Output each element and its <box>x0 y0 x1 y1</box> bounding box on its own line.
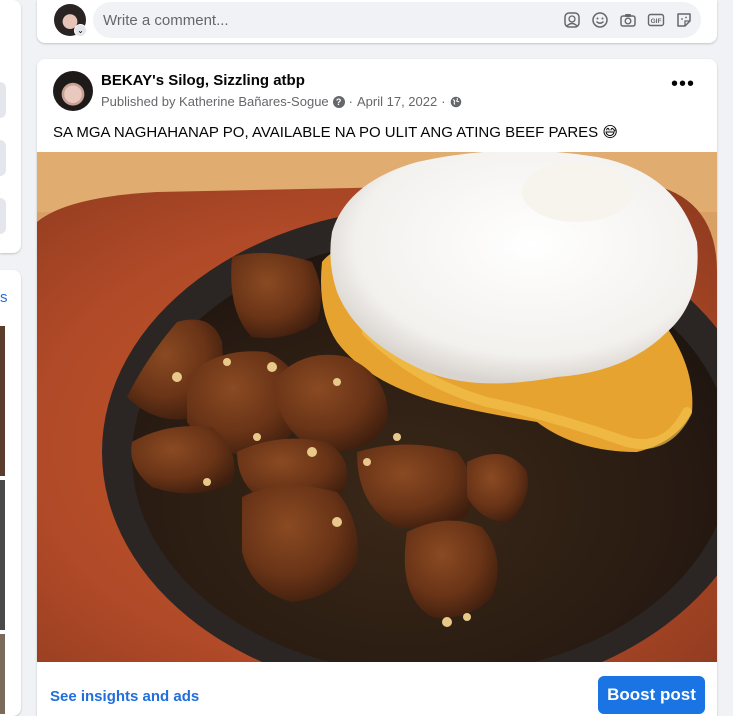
post-date[interactable]: April 17, 2022 <box>357 94 437 109</box>
comment-tools: GIF <box>563 11 693 29</box>
left-sidebar: s <box>0 0 21 716</box>
left-sidebar-button[interactable] <box>0 198 6 234</box>
camera-icon[interactable] <box>619 11 637 29</box>
left-sidebar-thumbnail[interactable] <box>0 480 5 630</box>
gif-icon[interactable]: GIF <box>647 11 665 29</box>
post-meta: Published by Katherine Bañares-Sogue ? ·… <box>101 94 462 109</box>
help-icon[interactable]: ? <box>332 95 345 108</box>
sticker-icon[interactable] <box>675 11 693 29</box>
svg-text:GIF: GIF <box>651 18 662 25</box>
left-sidebar-card <box>0 0 21 253</box>
left-sidebar-card: s <box>0 270 21 716</box>
comment-placeholder: Write a comment... <box>103 12 229 29</box>
published-by[interactable]: Published by Katherine Bañares-Sogue <box>101 94 329 109</box>
page-name[interactable]: BEKAY's Silog, Sizzling atbp <box>101 72 305 89</box>
chevron-down-icon[interactable]: ⌄ <box>74 24 87 37</box>
post-text: SA MGA NAGHAHANAP PO, AVAILABLE NA PO UL… <box>53 123 618 141</box>
see-insights-link[interactable]: See insights and ads <box>50 688 199 705</box>
globe-icon[interactable] <box>450 96 462 108</box>
post-text-body: SA MGA NAGHAHANAP PO, AVAILABLE NA PO UL… <box>53 124 599 141</box>
left-sidebar-thumbnail[interactable] <box>0 634 5 714</box>
more-options-button[interactable]: ••• <box>665 74 701 99</box>
comment-input[interactable]: Write a comment... GIF <box>93 2 701 38</box>
post-footer: See insights and ads Boost post <box>37 662 717 716</box>
page-avatar[interactable] <box>53 71 93 111</box>
left-sidebar-thumbnail[interactable] <box>0 326 5 476</box>
post-photo[interactable] <box>37 152 717 662</box>
meta-separator: · <box>441 94 446 109</box>
emoji-icon: 😅 <box>602 124 618 141</box>
left-sidebar-button[interactable] <box>0 82 6 118</box>
left-sidebar-button[interactable] <box>0 140 6 176</box>
avatar-sticker-icon[interactable] <box>563 11 581 29</box>
emoji-icon[interactable] <box>591 11 609 29</box>
post-card: BEKAY's Silog, Sizzling atbp Published b… <box>37 59 717 716</box>
boost-post-button[interactable]: Boost post <box>598 676 705 714</box>
comment-composer-card: ⌄ Write a comment... GIF <box>37 0 717 43</box>
left-sidebar-link[interactable]: s <box>0 289 8 306</box>
beef-pares-sizzling-plate-photo <box>37 152 717 662</box>
meta-separator: · <box>348 94 353 109</box>
